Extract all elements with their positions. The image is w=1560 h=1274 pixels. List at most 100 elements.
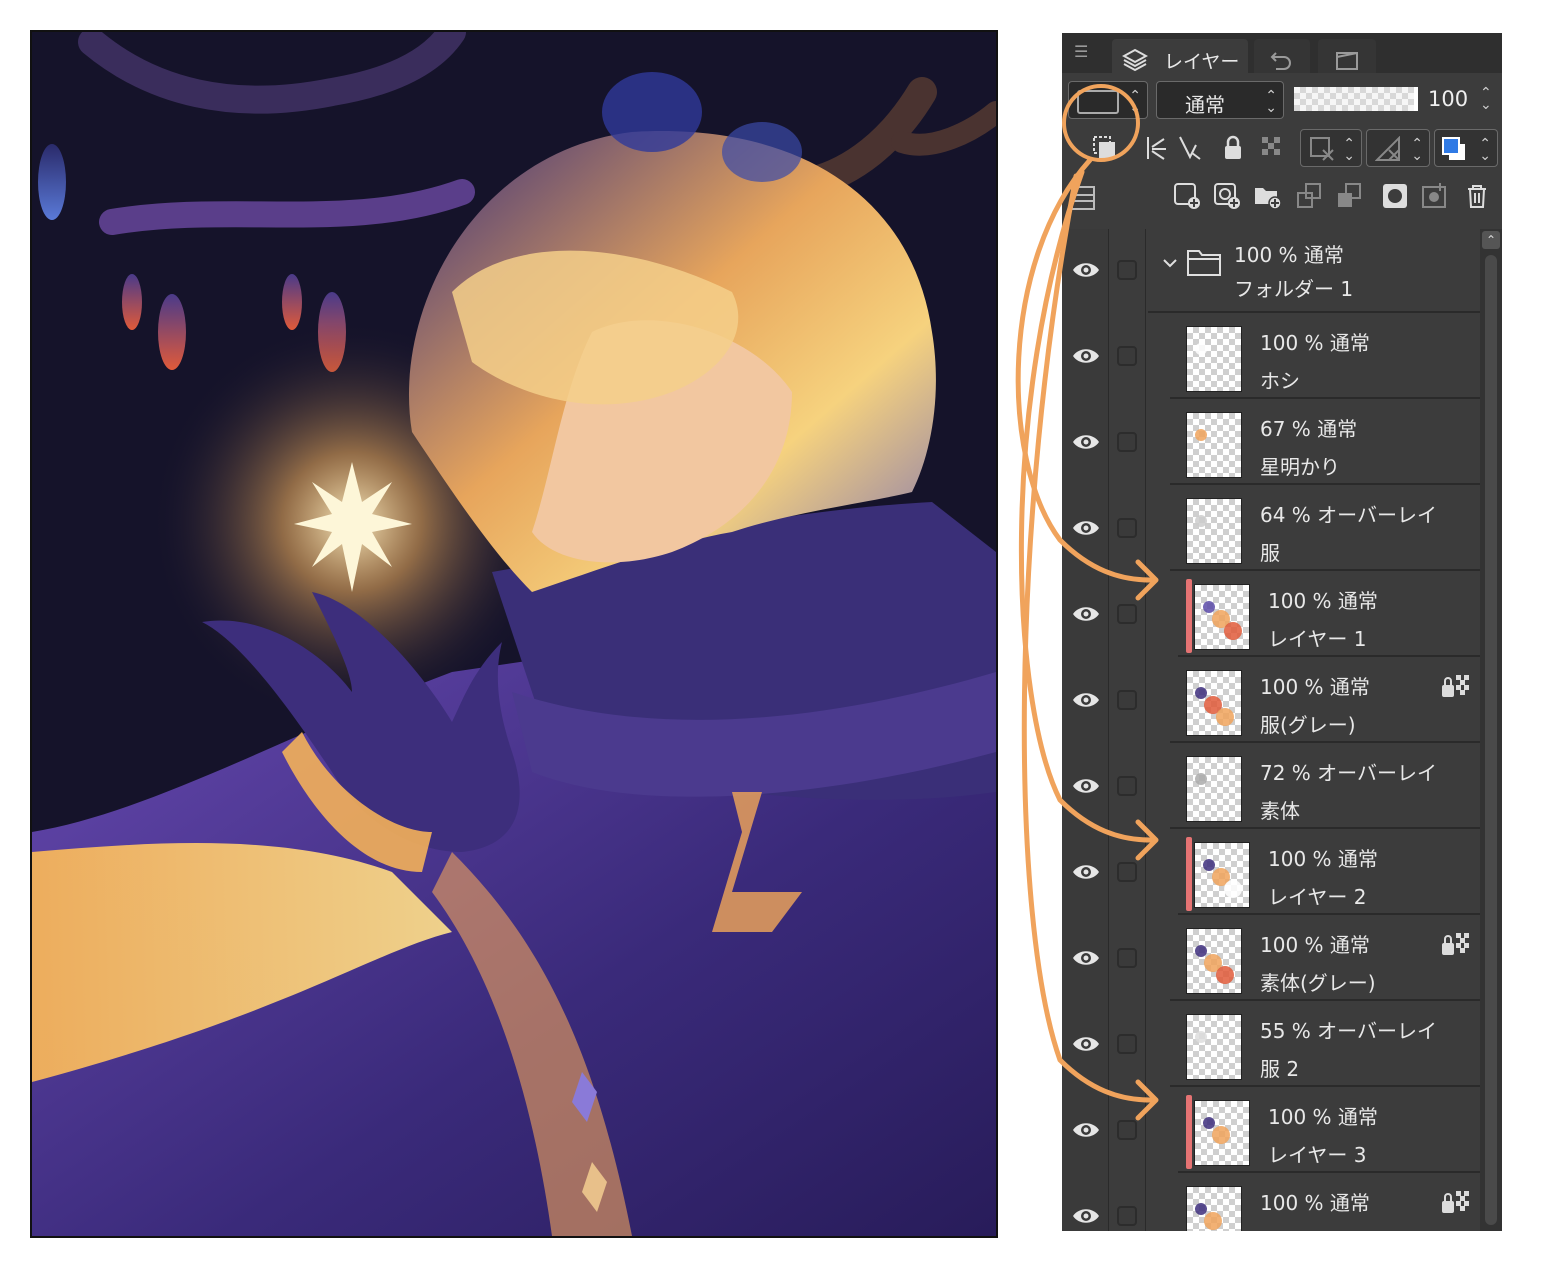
layer-body[interactable]: 100 % 通常 レイヤー 1 [1178, 573, 1480, 657]
layer-body[interactable]: 55 % オーバーレイ服 2 [1170, 1003, 1480, 1087]
lock-transparency-icon[interactable] [1258, 133, 1288, 163]
edit-target-checkbox[interactable] [1117, 1206, 1137, 1226]
layer-body[interactable]: 100 % 通常 ホシ [1170, 315, 1480, 399]
eye-icon[interactable] [1071, 513, 1101, 543]
edit-target-checkbox[interactable] [1117, 518, 1137, 538]
layer-list-scrollbar[interactable]: ⌃ [1480, 229, 1502, 1231]
lock-transparency-icon [1440, 1189, 1470, 1217]
eye-icon[interactable] [1071, 255, 1101, 285]
clip-button-highlight [1062, 84, 1140, 162]
new-folder-icon[interactable] [1252, 181, 1282, 211]
ruler-icon [1374, 135, 1401, 162]
transfer-to-lower-layer-icon[interactable] [1294, 181, 1324, 211]
color-mode-icon [1441, 136, 1467, 162]
layer-mode-label: 100 % 通常 [1234, 243, 1344, 267]
eye-icon[interactable] [1071, 1029, 1101, 1059]
layer-list[interactable]: ⌃ 100 % 通常 フォルダー 1 100 % 通常 ホシ 67 % 通常 星明かり 64… [1062, 229, 1502, 1231]
layer-body[interactable]: 100 % 通常 レイヤー 2 [1178, 831, 1480, 915]
layers-icon [1121, 47, 1149, 73]
layer-body[interactable]: 100 % 通常 フォルダー 1 [1148, 229, 1480, 313]
opacity-value[interactable]: 100 [1428, 87, 1468, 111]
layer-row[interactable]: 100 % 通常 レイヤー 3 [1062, 1089, 1480, 1173]
layer-mode-label: 67 % 通常 [1260, 417, 1358, 441]
spinner-icon: ⌃ ⌄ [1411, 136, 1423, 164]
mask-icon [1309, 136, 1335, 162]
apply-mask-icon[interactable] [1420, 181, 1450, 211]
layer-body[interactable]: 64 % オーバーレイ服 [1170, 487, 1480, 571]
edit-target-checkbox[interactable] [1117, 690, 1137, 710]
edit-target-checkbox[interactable] [1117, 776, 1137, 796]
layer-body[interactable]: 100 % 通常 服(グレー) [1170, 659, 1480, 743]
lock-layer-icon[interactable] [1218, 133, 1248, 163]
layer-body[interactable]: 100 % 通常 レイヤー 3 [1178, 1089, 1480, 1173]
draft-layer-icon[interactable] [1174, 133, 1204, 163]
layer-thumbnail [1186, 498, 1242, 564]
delete-layer-icon[interactable] [1462, 181, 1492, 211]
layer-row[interactable]: 100 % 通常 服(グレー) [1062, 659, 1480, 743]
reference-layer-icon[interactable] [1142, 133, 1172, 163]
edit-target-checkbox[interactable] [1117, 604, 1137, 624]
layer-body[interactable]: 100 % 通常服2(グレー) [1170, 1175, 1480, 1231]
layer-mode-label: 100 % 通常 [1268, 589, 1378, 613]
layer-row[interactable]: 55 % オーバーレイ服 2 [1062, 1003, 1480, 1087]
layer-row[interactable]: 100 % 通常 素体(グレー) [1062, 917, 1480, 1001]
blend-mode-select[interactable]: 通常 ⌃ ⌄ [1156, 81, 1284, 119]
eye-icon[interactable] [1071, 427, 1101, 457]
edit-target-checkbox[interactable] [1117, 260, 1137, 280]
layer-row[interactable]: 100 % 通常 レイヤー 2 [1062, 831, 1480, 915]
layer-thumbnail [1186, 326, 1242, 392]
layer-name-label: 素体(グレー) [1260, 971, 1376, 995]
new-raster-layer-icon[interactable] [1172, 181, 1202, 211]
eye-icon[interactable] [1071, 943, 1101, 973]
layer-thumbnail [1186, 756, 1242, 822]
combine-to-layer-below-icon[interactable] [1334, 181, 1364, 211]
eye-icon[interactable] [1071, 685, 1101, 715]
eye-icon[interactable] [1071, 341, 1101, 371]
layer-row[interactable]: 72 % オーバーレイ 素体 [1062, 745, 1480, 829]
new-vector-layer-icon[interactable] [1212, 181, 1242, 211]
layer-name-label: レイヤー 1 [1268, 627, 1367, 651]
edit-target-checkbox[interactable] [1117, 1120, 1137, 1140]
layer-row[interactable]: 64 % オーバーレイ服 [1062, 487, 1480, 571]
layer-mode-label: 100 % 通常 [1260, 331, 1370, 355]
eye-icon[interactable] [1071, 857, 1101, 887]
layer-body[interactable]: 100 % 通常 素体(グレー) [1170, 917, 1480, 1001]
layer-row[interactable]: 100 % 通常服2(グレー) [1062, 1175, 1480, 1231]
undo-history-icon [1268, 47, 1294, 73]
layer-body[interactable]: 72 % オーバーレイ 素体 [1170, 745, 1480, 829]
edit-target-checkbox[interactable] [1117, 346, 1137, 366]
eye-icon[interactable] [1071, 1201, 1101, 1231]
ruler-select[interactable]: ⌃ ⌄ [1366, 129, 1430, 167]
layer-thumbnail [1194, 584, 1250, 650]
layer-color-mode-select[interactable]: ⌃ ⌄ [1434, 129, 1498, 167]
layer-thumbnail [1186, 670, 1242, 736]
opacity-slider[interactable] [1294, 87, 1418, 111]
create-layer-mask-icon[interactable] [1380, 181, 1410, 211]
artwork-canvas[interactable] [30, 30, 998, 1238]
mask-enable-select[interactable]: ⌃ ⌄ [1300, 129, 1362, 167]
edit-target-checkbox[interactable] [1117, 432, 1137, 452]
scroll-up-icon[interactable]: ⌃ [1482, 231, 1500, 249]
chevron-down-icon[interactable] [1162, 255, 1178, 271]
layer-command-row [1062, 173, 1502, 221]
layer-mode-label: 64 % オーバーレイ [1260, 503, 1437, 527]
eye-icon[interactable] [1071, 1115, 1101, 1145]
eye-icon[interactable] [1071, 771, 1101, 801]
panel-menu-icon[interactable]: ☰ [1074, 43, 1094, 61]
layer-row[interactable]: 67 % 通常 星明かり [1062, 401, 1480, 485]
layer-folder-row[interactable]: 100 % 通常 フォルダー 1 [1062, 229, 1480, 313]
opacity-spinner-icon[interactable]: ⌃ ⌄ [1480, 86, 1492, 112]
layer-body[interactable]: 67 % 通常 星明かり [1170, 401, 1480, 485]
tab-layer[interactable]: レイヤー [1112, 39, 1248, 73]
edit-target-checkbox[interactable] [1117, 862, 1137, 882]
tab-history[interactable] [1254, 39, 1310, 73]
eye-icon[interactable] [1071, 599, 1101, 629]
layer-row[interactable]: 100 % 通常 レイヤー 1 [1062, 573, 1480, 657]
layer-row[interactable]: 100 % 通常 ホシ [1062, 315, 1480, 399]
scroll-thumb[interactable] [1485, 255, 1497, 1225]
panel-settings-icon[interactable] [1068, 183, 1098, 213]
layer-thumbnail [1186, 1014, 1242, 1080]
edit-target-checkbox[interactable] [1117, 948, 1137, 968]
tab-navigator[interactable] [1318, 39, 1376, 73]
edit-target-checkbox[interactable] [1117, 1034, 1137, 1054]
